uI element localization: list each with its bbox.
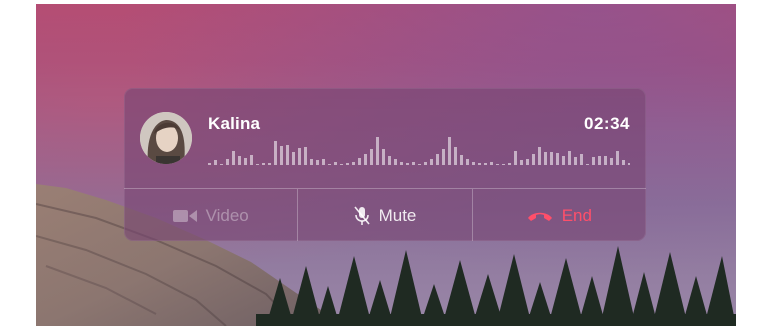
waveform-bar (214, 160, 217, 165)
waveform-bar (454, 147, 457, 165)
phone-hangup-icon (527, 210, 553, 222)
waveform-bar (310, 159, 313, 165)
waveform-bar (580, 154, 583, 165)
waveform-bar (352, 162, 355, 165)
waveform-bar (574, 157, 577, 165)
mute-button-label: Mute (378, 205, 417, 225)
microphone-muted-icon (353, 205, 370, 226)
waveform-bar (376, 137, 379, 165)
video-button-label: Video (205, 205, 249, 225)
waveform-bar (568, 151, 571, 165)
waveform-bar (436, 154, 439, 165)
waveform-bar (244, 158, 247, 165)
waveform-bar (466, 159, 469, 165)
waveform-bar (346, 163, 349, 165)
waveform-bar (232, 151, 235, 165)
waveform-bar (562, 156, 565, 165)
waveform-bar (394, 159, 397, 165)
waveform-bar (544, 152, 547, 165)
waveform-bar (298, 148, 301, 165)
waveform-bar (328, 164, 331, 165)
waveform-bar (340, 164, 343, 165)
waveform-bar (424, 162, 427, 165)
waveform-bar (238, 156, 241, 165)
video-button[interactable]: Video (124, 189, 297, 241)
waveform-bar (538, 147, 541, 165)
waveform-bar (370, 149, 373, 165)
waveform-bar (460, 155, 463, 165)
mute-button[interactable]: Mute (297, 189, 471, 241)
call-timer: 02:34 (584, 114, 630, 133)
waveform-bar (256, 164, 259, 165)
waveform-bar (304, 147, 307, 165)
waveform-bar (250, 155, 253, 165)
waveform-bar (586, 164, 589, 165)
waveform-bar (496, 164, 499, 165)
waveform-bar (334, 162, 337, 165)
waveform-bar (526, 159, 529, 165)
waveform-bar (478, 163, 481, 165)
waveform-bar (520, 160, 523, 165)
waveform-bar (448, 137, 451, 165)
end-call-button[interactable]: End (471, 189, 646, 241)
video-camera-icon (172, 209, 197, 223)
waveform-bar (268, 163, 271, 165)
waveform-bar (226, 159, 229, 165)
pine-treeline (256, 246, 736, 326)
waveform-bar (628, 163, 630, 165)
waveform-bar (292, 152, 295, 165)
waveform-bar (550, 152, 553, 165)
waveform-bar (604, 156, 607, 165)
caller-name: Kalina (208, 114, 261, 133)
waveform-bar (358, 158, 361, 165)
waveform-bar (412, 162, 415, 165)
waveform-bar (388, 156, 391, 165)
waveform-bar (592, 157, 595, 165)
call-panel: Kalina 02:34 Video Mute End (124, 88, 646, 241)
waveform-bar (382, 149, 385, 165)
waveform-bar (406, 163, 409, 165)
waveform-bar (400, 162, 403, 165)
waveform-bar (442, 149, 445, 165)
end-call-button-label: End (561, 205, 592, 225)
waveform-bar (316, 160, 319, 165)
waveform-bar (322, 159, 325, 165)
waveform-bar (364, 154, 367, 165)
waveform-bar (220, 164, 223, 165)
waveform-bar (472, 162, 475, 165)
waveform-bar (502, 164, 505, 165)
waveform-bar (280, 146, 283, 165)
waveform-bar (508, 163, 511, 165)
waveform-bar (532, 154, 535, 165)
waveform-bar (610, 158, 613, 165)
audio-waveform (208, 137, 630, 165)
waveform-bar (286, 145, 289, 165)
waveform-bar (484, 163, 487, 165)
waveform-bar (262, 163, 265, 165)
call-controls: Video Mute End (124, 188, 646, 241)
waveform-bar (514, 151, 517, 165)
waveform-bar (208, 163, 211, 165)
waveform-bar (490, 162, 493, 165)
waveform-bar (598, 156, 601, 165)
waveform-bar (430, 159, 433, 165)
waveform-bar (418, 164, 421, 165)
caller-avatar (140, 112, 192, 164)
waveform-bar (274, 141, 277, 165)
waveform-bar (622, 160, 625, 165)
waveform-bar (556, 153, 559, 165)
waveform-bar (616, 151, 619, 165)
